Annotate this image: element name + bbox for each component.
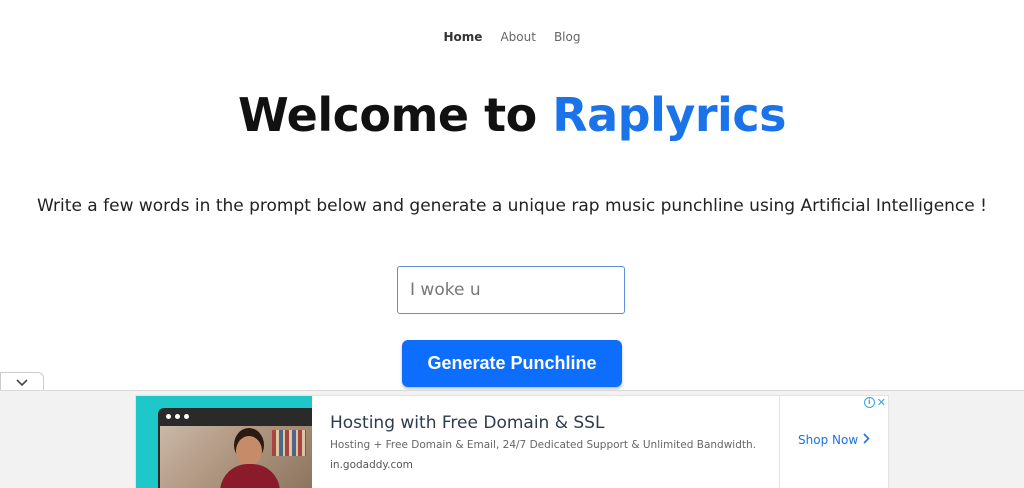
ad-collapse-toggle[interactable]	[0, 372, 44, 392]
ad-divider	[779, 396, 780, 488]
shop-now-label: Shop Now	[798, 433, 859, 447]
nav-item-blog[interactable]: Blog	[554, 30, 581, 44]
close-icon[interactable]: ✕	[877, 397, 886, 408]
ad-photo	[160, 426, 312, 488]
ad-browser-window	[158, 408, 312, 488]
nav-item-about[interactable]: About	[500, 30, 535, 44]
ad-description: Hosting + Free Domain & Email, 24/7 Dedi…	[330, 439, 756, 451]
ad-title[interactable]: Hosting with Free Domain & SSL	[330, 413, 604, 433]
ad-banner-bar: Hosting with Free Domain & SSL Hosting +…	[0, 390, 1024, 488]
bookshelf-graphic	[272, 430, 306, 456]
page-title: Welcome to Raplyrics	[0, 88, 1024, 142]
title-prefix: Welcome to	[238, 88, 553, 142]
ad-image[interactable]	[136, 396, 312, 488]
brand-name: Raplyrics	[552, 88, 786, 142]
page: Home About Blog Welcome to Raplyrics Wri…	[0, 0, 1024, 488]
ad-banner[interactable]: Hosting with Free Domain & SSL Hosting +…	[136, 396, 888, 488]
ad-domain: in.godaddy.com	[330, 459, 413, 471]
generate-punchline-button[interactable]: Generate Punchline	[402, 340, 622, 387]
nav-item-home[interactable]: Home	[444, 30, 483, 44]
window-dots-icon	[166, 414, 189, 419]
prompt-input[interactable]	[397, 266, 625, 314]
person-head-graphic	[236, 436, 262, 466]
ad-choices[interactable]: i ✕	[863, 397, 886, 408]
adchoices-info-icon[interactable]: i	[863, 397, 875, 408]
chevron-down-icon	[16, 378, 28, 387]
top-nav: Home About Blog	[0, 30, 1024, 44]
page-subtitle: Write a few words in the prompt below an…	[37, 196, 987, 216]
shop-now-button[interactable]: Shop Now	[798, 433, 870, 447]
person-body-graphic	[220, 464, 280, 488]
chevron-right-icon	[863, 433, 870, 447]
